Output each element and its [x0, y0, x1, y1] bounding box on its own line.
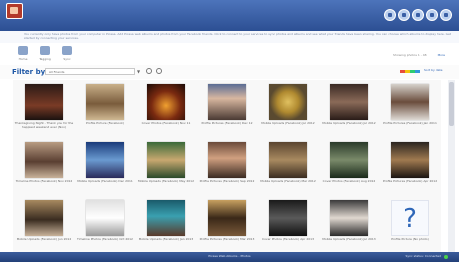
tagging-label: Tagging: [39, 57, 51, 61]
tag-icon: [40, 46, 50, 55]
filter-select[interactable]: All Friends: [45, 68, 135, 75]
photo-caption: Mobile Uploads (Facebook) Jan 2013: [138, 237, 194, 241]
sync-label: Sync: [63, 57, 71, 61]
status-bar: Picasa Web Albums - Photos Sync status: …: [0, 252, 459, 262]
photo-caption: Mobile Uploads (Facebook) Jun 2012: [16, 237, 72, 241]
photo-caption: Mobile Uploads (Facebook) Dec 2011: [77, 179, 133, 183]
photo-caption: Profile Pictures (Facebook) Jan 2011: [383, 121, 437, 125]
photo-tile[interactable]: Cover Photos (Facebook) Aug 2012: [318, 140, 380, 195]
photo-thumbnail[interactable]: [86, 200, 124, 236]
photo-caption: Timeline Photos (Facebook) Oct 2012: [77, 237, 133, 241]
photo-tile[interactable]: Profile Pictures (Facebook) Apr 2012: [379, 140, 441, 195]
help-icon[interactable]: [398, 9, 410, 21]
photo-tile[interactable]: Profile Pictures (Facebook) Dec 12: [196, 82, 258, 137]
photo-tile[interactable]: Mobile Uploads (Facebook) Jan 2013: [135, 198, 197, 253]
photo-tile[interactable]: Profile Pictures (Facebook) Sep 2012: [196, 140, 258, 195]
scrollbar-thumb[interactable]: [449, 82, 454, 126]
photo-thumbnail[interactable]: [269, 200, 307, 236]
options-icon[interactable]: [156, 68, 162, 74]
sync-icon: [62, 46, 72, 55]
photo-thumbnail[interactable]: [147, 200, 185, 236]
photo-tile[interactable]: Profile Pictures (Facebook) Mar 2013: [196, 198, 258, 253]
photo-thumbnail[interactable]: [147, 142, 185, 178]
photo-caption: Thanksgiving Night - Thank you for the h…: [14, 121, 74, 129]
photo-thumbnail[interactable]: [208, 200, 246, 236]
photo-caption: Mobile Uploads (Facebook) Mar 2012: [260, 179, 316, 183]
photo-caption: Cover Photos (Facebook) Apr 2013: [262, 237, 314, 241]
close-icon[interactable]: [440, 9, 452, 21]
photo-thumbnail[interactable]: [330, 84, 368, 120]
sync-button[interactable]: Sync: [58, 46, 76, 61]
photo-thumbnail[interactable]: [330, 200, 368, 236]
home-icon: [18, 46, 28, 55]
photo-thumbnail[interactable]: [86, 84, 124, 120]
toolbar: Home Tagging Sync Showing photos 1 - 48 …: [0, 43, 459, 66]
photo-caption: Mobile Uploads (Facebook) Jul 2013: [322, 237, 376, 241]
photo-thumbnail[interactable]: [25, 84, 63, 120]
title-bar: [0, 0, 459, 31]
photo-thumbnail[interactable]: [269, 84, 307, 120]
photo-tile[interactable]: Mobile Uploads (Facebook) Jul 2012: [318, 82, 380, 137]
photo-tile[interactable]: Mobile Uploads (Facebook) Jun 2012: [13, 198, 75, 253]
photo-tile[interactable]: Profile Pictures (Facebook) Jan 2011: [379, 82, 441, 137]
photo-tile[interactable]: Mobile Uploads (Facebook) Mar 2012: [257, 140, 319, 195]
photo-caption: Mobile Uploads (Facebook) Jul 2012: [322, 121, 376, 125]
photo-tile[interactable]: Timeline Photos (Facebook) Nov 2012: [13, 140, 75, 195]
photo-tile[interactable]: Cover Photos (Facebook) Apr 2013: [257, 198, 319, 253]
sync-status: Sync status: Connected: [405, 254, 441, 258]
photo-grid: Thanksgiving Night - Thank you for the h…: [13, 80, 441, 252]
maximize-icon[interactable]: [426, 9, 438, 21]
photo-thumbnail[interactable]: [208, 84, 246, 120]
photo-tile[interactable]: Thanksgiving Night - Thank you for the h…: [13, 82, 75, 137]
photo-caption: Profile Pictures (Facebook) Apr 2012: [382, 179, 438, 183]
photo-thumbnail[interactable]: [86, 142, 124, 178]
toolbar-right: Showing photos 1 - 48 More: [393, 53, 445, 57]
photo-tile[interactable]: Mobile Uploads (Facebook) Jul 2012: [257, 82, 319, 137]
photo-tile[interactable]: ? Profile Picture (No photo): [379, 198, 441, 253]
photo-thumbnail[interactable]: [330, 142, 368, 178]
minimize-icon[interactable]: [412, 9, 424, 21]
photo-thumbnail[interactable]: [269, 142, 307, 178]
photo-tile[interactable]: Mobile Uploads (Facebook) May 2012: [135, 140, 197, 195]
sort-link[interactable]: Sort by date: [424, 68, 443, 72]
photo-tile[interactable]: Mobile Uploads (Facebook) Dec 2011: [74, 140, 136, 195]
status-text: Picasa Web Albums - Photos: [208, 254, 251, 258]
photo-caption: Profile Picture (Facebook): [86, 121, 124, 125]
filter-bar: Filter by All Friends ▼ Sort by date: [0, 65, 459, 79]
home-button[interactable]: Home: [14, 46, 32, 61]
chevron-down-icon[interactable]: ▼: [137, 69, 140, 74]
status-indicator-icon: [444, 255, 448, 259]
app-logo: [6, 3, 23, 19]
refresh-icon[interactable]: [146, 68, 152, 74]
photo-caption: Mobile Uploads (Facebook) May 2012: [137, 179, 194, 183]
tagging-button[interactable]: Tagging: [36, 46, 54, 61]
photo-thumbnail[interactable]: [391, 84, 429, 120]
photo-caption: Profile Pictures (Facebook) Dec 12: [201, 121, 253, 125]
photo-caption: Cover Photos (Facebook) Nov 11: [141, 121, 191, 125]
photo-thumbnail[interactable]: [391, 142, 429, 178]
photo-thumbnail[interactable]: [25, 142, 63, 178]
photo-caption: Timeline Photos (Facebook) Nov 2012: [15, 179, 73, 183]
photo-thumbnail[interactable]: [208, 142, 246, 178]
photo-thumbnail[interactable]: [25, 200, 63, 236]
photo-caption: Profile Pictures (Facebook) Sep 2012: [199, 179, 255, 183]
photo-caption: Mobile Uploads (Facebook) Jul 2012: [261, 121, 315, 125]
photo-tile[interactable]: Profile Picture (Facebook): [74, 82, 136, 137]
photo-tile[interactable]: Mobile Uploads (Facebook) Jul 2013: [318, 198, 380, 253]
photo-tile[interactable]: Timeline Photos (Facebook) Oct 2012: [74, 198, 136, 253]
showing-count: Showing photos 1 - 48: [393, 53, 427, 57]
home-label: Home: [18, 57, 28, 61]
photo-caption: Cover Photos (Facebook) Aug 2012: [322, 179, 376, 183]
photo-thumbnail[interactable]: [147, 84, 185, 120]
more-link[interactable]: More: [438, 53, 445, 57]
photo-caption: Profile Pictures (Facebook) Mar 2013: [199, 237, 255, 241]
info-text: You currently only have photos from your…: [24, 32, 451, 40]
question-mark-icon[interactable]: ?: [391, 200, 429, 236]
photo-caption: Profile Picture (No photo): [391, 237, 429, 241]
filter-label: Filter by: [12, 68, 46, 76]
photo-tile[interactable]: Cover Photos (Facebook) Nov 11: [135, 82, 197, 137]
home-icon[interactable]: [384, 9, 396, 21]
color-swatch-blue[interactable]: [415, 70, 420, 73]
